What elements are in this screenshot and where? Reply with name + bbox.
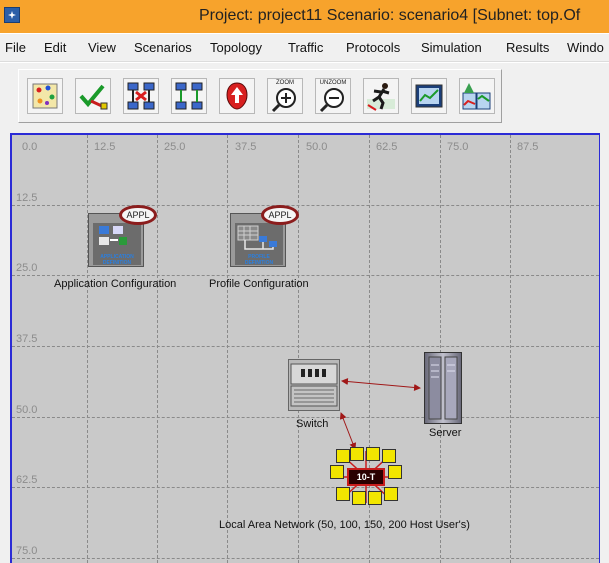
profile-definition-caption-2: DEFINITION <box>244 260 274 266</box>
server-icon <box>428 356 458 420</box>
window-title: Project: project11 Scenario: scenario4 [… <box>199 7 581 24</box>
host-icon <box>350 447 364 461</box>
running-man-icon <box>367 83 395 111</box>
verify-links-button[interactable] <box>75 78 111 114</box>
host-icon <box>352 491 366 505</box>
menu-bar: File Edit View Scenarios Topology Traffi… <box>0 34 609 62</box>
hide-show-graphs-button[interactable] <box>459 78 495 114</box>
host-icon <box>368 491 382 505</box>
application-config-label: Application Configuration <box>54 278 177 290</box>
recover-link-icon <box>175 82 203 110</box>
return-to-parent-button[interactable] <box>219 78 255 114</box>
unzoom-label: UNZOOM <box>319 80 347 86</box>
host-icon <box>382 449 396 463</box>
fail-link-icon <box>127 82 155 110</box>
palette-icon <box>32 83 58 109</box>
results-graph-icon <box>415 84 443 108</box>
profile-config-label: Profile Configuration <box>209 278 309 290</box>
switch-server-link[interactable] <box>341 378 421 391</box>
application-config-node[interactable]: APPLICATION DEFINITION APPL <box>88 205 157 267</box>
toolbar: ZOOM UNZOOM <box>0 63 609 125</box>
host-icon <box>330 465 344 479</box>
lan-hub-label: 10-T <box>347 468 385 486</box>
host-icon <box>336 487 350 501</box>
menu-topology[interactable]: Topology <box>210 40 262 55</box>
menu-edit[interactable]: Edit <box>44 40 66 55</box>
host-icon <box>336 449 350 463</box>
host-icon <box>384 487 398 501</box>
configure-run-simulation-button[interactable] <box>363 78 399 114</box>
menu-simulation[interactable]: Simulation <box>421 40 482 55</box>
menu-windows[interactable]: Windo <box>567 40 604 55</box>
recover-node-button[interactable] <box>171 78 207 114</box>
server-label: Server <box>429 427 462 439</box>
menu-scenarios[interactable]: Scenarios <box>134 40 192 55</box>
menu-traffic[interactable]: Traffic <box>288 40 323 55</box>
title-bar: Project: project11 Scenario: scenario4 [… <box>0 0 609 33</box>
appl-badge: APPL <box>261 205 299 225</box>
open-object-palette-button[interactable] <box>27 78 63 114</box>
appl-badge: APPL <box>119 205 157 225</box>
switch-lan-link[interactable] <box>339 412 357 450</box>
host-icon <box>388 465 402 479</box>
menu-protocols[interactable]: Protocols <box>346 40 400 55</box>
zoom-button[interactable]: ZOOM <box>267 78 303 114</box>
graph-panels-icon <box>462 83 491 110</box>
link-layer <box>339 378 421 450</box>
lan-node[interactable]: 10-T <box>330 447 402 507</box>
view-results-button[interactable] <box>411 78 447 114</box>
lan-label: Local Area Network (50, 100, 150, 200 Ho… <box>219 519 470 531</box>
menu-file[interactable]: File <box>5 40 26 55</box>
menu-view[interactable]: View <box>88 40 116 55</box>
switch-node[interactable] <box>288 359 340 411</box>
app-logo-icon[interactable] <box>4 7 20 23</box>
fail-node-button[interactable] <box>123 78 159 114</box>
switch-icon <box>290 363 338 407</box>
switch-label: Switch <box>296 418 329 430</box>
app-definition-caption-2: DEFINITION <box>102 260 132 266</box>
parent-subnet-icon <box>226 82 248 110</box>
server-node[interactable] <box>424 352 462 424</box>
profile-config-node[interactable]: PROFILE DEFINITION APPL <box>230 205 299 267</box>
unzoom-button[interactable]: UNZOOM <box>315 78 351 114</box>
host-icon <box>366 447 380 461</box>
menu-results[interactable]: Results <box>506 40 549 55</box>
zoom-label: ZOOM <box>276 80 294 86</box>
network-canvas[interactable]: 0.0 12.5 25.0 37.5 50.0 62.5 75.0 87.5 1… <box>10 133 600 563</box>
checkmark-link-icon <box>79 84 108 110</box>
